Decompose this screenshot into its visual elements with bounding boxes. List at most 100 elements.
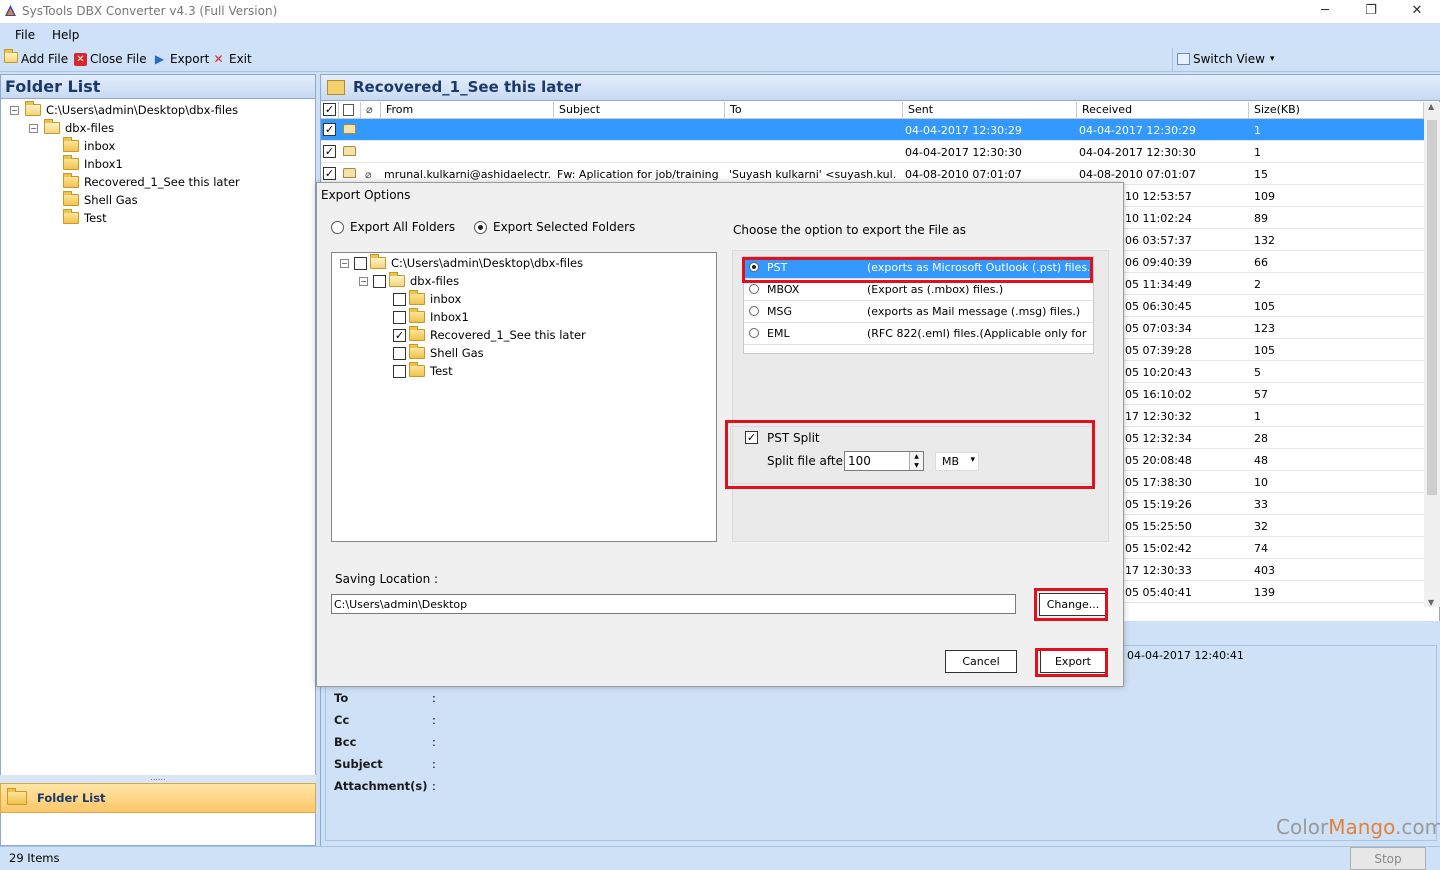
dialog-title: Export Options [321,188,411,202]
tree-item-test[interactable]: Test [63,209,107,227]
received-cell: 05 15:19:26 [1125,498,1192,511]
scroll-up-icon[interactable]: ▲ [1428,102,1434,111]
export-tree-inbox[interactable]: inbox [393,290,461,308]
tree-item-recovered[interactable]: Recovered_1_See this later [63,173,240,191]
highlight-change-button [1034,588,1108,621]
tree-item-root[interactable]: − C:\Users\admin\Desktop\dbx-files [10,101,238,119]
row-checkbox[interactable]: ✓ [323,123,336,136]
folder-checkbox[interactable] [373,274,386,288]
select-all-column[interactable]: ✓ [321,102,339,119]
envelope-icon [343,168,356,178]
export-tree-recovered[interactable]: ✓ Recovered_1_See this later [393,326,586,344]
menu-file[interactable]: File [15,28,35,42]
size-cell: 105 [1254,300,1275,313]
table-row[interactable]: ✓ 04-04-2017 12:30:30 04-04-2017 12:30:3… [321,141,1424,163]
preview-attachments-label: Attachment(s) [334,779,428,793]
received-cell: 05 17:38:30 [1125,476,1192,489]
exit-button[interactable]: ✕ Exit [211,52,251,66]
folder-icon [63,155,79,170]
size-cell: 48 [1254,454,1268,467]
export-tree-shell-gas[interactable]: Shell Gas [393,344,484,362]
received-cell: 05 07:03:34 [1125,322,1192,335]
received-cell: 17 12:30:32 [1125,410,1192,423]
preview-bcc-label: Bcc [334,735,357,749]
format-radio[interactable] [749,328,759,338]
type-column-header[interactable] [339,102,361,119]
received-cell: 10 11:02:24 [1125,212,1192,225]
export-selected-radio[interactable] [474,221,487,234]
paperclip-icon: ⌀ [365,168,372,181]
received-cell: 17 12:30:33 [1125,564,1192,577]
folder-checkbox[interactable] [393,346,406,360]
received-cell: 10 12:53:57 [1125,190,1192,203]
tree-item-dbx-files[interactable]: − dbx-files [29,119,114,137]
select-all-checkbox[interactable]: ✓ [323,103,336,116]
export-tree-root[interactable]: − C:\Users\admin\Desktop\dbx-files [340,254,583,272]
panel-splitter[interactable]: ...... [0,774,316,783]
row-checkbox[interactable]: ✓ [323,145,336,158]
collapse-icon[interactable]: − [359,276,368,286]
folder-checkbox[interactable] [393,364,406,378]
close-window-button[interactable]: ✕ [1394,0,1440,23]
saving-location-label: Saving Location : [335,572,439,586]
folder-title: Recovered_1_See this later [353,78,582,96]
format-option-eml[interactable]: EML (RFC 822(.eml) files.(Applicable onl… [744,323,1093,345]
table-row[interactable]: ✓ 04-04-2017 12:30:29 04-04-2017 12:30:2… [321,119,1424,141]
export-toolbar-button[interactable]: ▶ Export [152,52,209,66]
export-tree-test[interactable]: Test [393,362,453,380]
collapse-icon[interactable]: − [29,123,38,133]
to-column-header[interactable]: To [725,102,903,119]
size-cell: 2 [1254,278,1261,291]
folder-icon [63,209,79,224]
folder-checkbox[interactable] [393,292,406,306]
preview-date: 04-04-2017 12:40:41 [1127,649,1244,662]
tree-item-shell-gas[interactable]: Shell Gas [63,191,138,209]
folder-icon [409,362,425,377]
attachment-column-header[interactable]: ⌀ [361,102,381,119]
format-radio[interactable] [749,284,759,294]
minimize-button[interactable]: ─ [1302,0,1348,23]
folder-open-icon [389,272,405,287]
received-cell: 05 15:25:50 [1125,520,1192,533]
size-column-header[interactable]: Size(KB) [1249,102,1424,119]
close-file-button[interactable]: ✕ Close File [74,52,147,66]
tree-item-inbox1[interactable]: Inbox1 [63,155,123,173]
folder-checkbox[interactable] [393,310,406,324]
format-radio[interactable] [749,306,759,316]
folder-icon [409,344,425,359]
folder-list-tab[interactable]: Folder List [0,783,316,813]
folder-icon [409,308,425,323]
received-cell: 06 03:57:37 [1125,234,1192,247]
export-all-radio[interactable] [331,221,344,234]
folder-open-icon [25,101,41,116]
cancel-button[interactable]: Cancel [945,650,1017,673]
scroll-down-icon[interactable]: ▼ [1428,598,1434,607]
size-cell: 132 [1254,234,1275,247]
subject-column-header[interactable]: Subject [554,102,725,119]
stop-button[interactable]: Stop [1350,847,1426,870]
scrollbar-thumb[interactable] [1427,120,1437,495]
collapse-icon[interactable]: − [10,105,19,115]
row-checkbox[interactable]: ✓ [323,167,336,180]
folder-checkbox[interactable] [354,256,367,270]
export-all-label[interactable]: Export All Folders [350,220,455,234]
vertical-scrollbar[interactable]: ▲ ▼ [1424,102,1440,607]
export-tree-inbox1[interactable]: Inbox1 [393,308,469,326]
size-cell: 28 [1254,432,1268,445]
sent-column-header[interactable]: Sent [903,102,1077,119]
format-option-msg[interactable]: MSG (exports as Mail message (.msg) file… [744,301,1093,323]
add-file-button[interactable]: Add File [3,49,68,66]
menu-help[interactable]: Help [52,28,79,42]
maximize-button[interactable]: ❐ [1348,0,1394,23]
tree-item-inbox[interactable]: inbox [63,137,115,155]
collapse-icon[interactable]: − [340,258,349,268]
received-column-header[interactable]: Received [1077,102,1249,119]
switch-view-button[interactable]: Switch View ▾ [1172,48,1440,71]
saving-location-input[interactable]: C:\Users\admin\Desktop [331,594,1016,614]
from-column-header[interactable]: From [381,102,554,119]
folder-checkbox-checked[interactable]: ✓ [393,328,406,342]
export-selected-label[interactable]: Export Selected Folders [493,220,635,234]
export-tree-dbx-files[interactable]: − dbx-files [359,272,459,290]
preview-to-label: To [334,691,349,705]
preview-colon: : [432,735,436,749]
